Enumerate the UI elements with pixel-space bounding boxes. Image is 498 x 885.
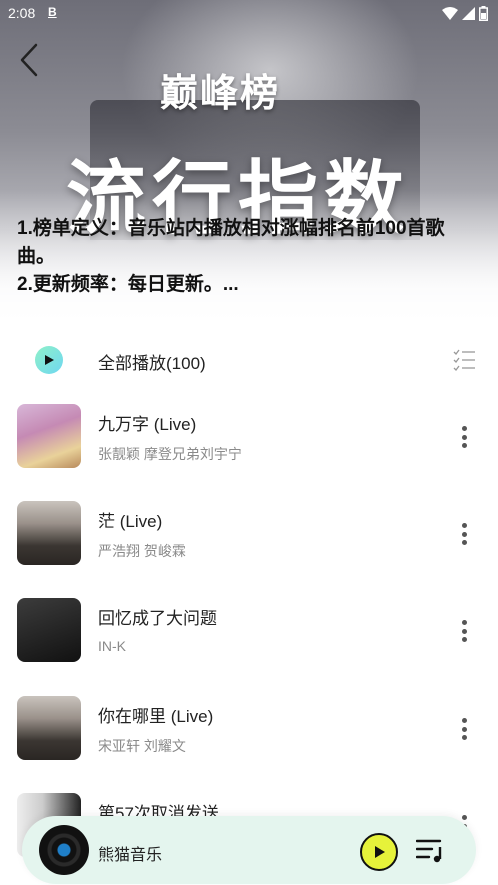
play-all-label: 全部播放(100)	[98, 354, 206, 373]
more-icon	[461, 426, 467, 431]
more-icon	[461, 718, 467, 723]
song-title: 茫 (Live)	[98, 512, 163, 531]
description-line-2: 2.更新频率：每日更新。...	[17, 274, 239, 295]
play-all-button[interactable]	[35, 346, 63, 374]
description-line-1: 1.榜单定义：音乐站内播放相对涨幅排名前100首歌曲。	[17, 218, 445, 267]
play-icon	[375, 846, 385, 858]
song-cover	[17, 404, 81, 468]
more-button[interactable]	[452, 618, 476, 644]
status-time: 2:08	[8, 5, 36, 21]
song-item[interactable]: 九万字 (Live) 张靓颖 摩登兄弟刘宇宁	[0, 404, 498, 492]
wifi-icon	[442, 6, 458, 20]
song-artist: IN-K	[98, 638, 126, 654]
more-button[interactable]	[452, 521, 476, 547]
song-artist: 张靓颖 摩登兄弟刘宇宁	[98, 446, 242, 462]
status-b-icon: B	[48, 5, 57, 19]
song-item[interactable]: 茫 (Live) 严浩翔 贺峻霖	[0, 501, 498, 589]
song-title: 你在哪里 (Live)	[98, 707, 214, 726]
signal-icon	[462, 6, 475, 20]
playlist-icon	[415, 839, 442, 863]
song-artist: 宋亚轩 刘耀文	[98, 738, 186, 754]
back-button[interactable]	[14, 40, 48, 80]
battery-icon	[479, 6, 488, 21]
play-icon	[45, 355, 54, 365]
playlist-button[interactable]	[415, 838, 446, 864]
album-disc	[39, 825, 89, 875]
multiselect-button[interactable]	[452, 348, 476, 372]
song-title: 回忆成了大问题	[98, 609, 217, 628]
status-icons	[442, 6, 488, 21]
more-icon	[461, 815, 467, 820]
song-artist: 严浩翔 贺峻霖	[98, 543, 186, 559]
player-track-name: 熊猫音乐	[98, 847, 163, 864]
play-all-row[interactable]: 全部播放(100)	[0, 335, 498, 383]
more-icon	[461, 620, 467, 625]
more-icon	[461, 523, 467, 528]
chart-description[interactable]: 1.榜单定义：音乐站内播放相对涨幅排名前100首歌曲。 2.更新频率：每日更新。…	[17, 215, 482, 299]
song-cover	[17, 696, 81, 760]
more-button[interactable]	[452, 716, 476, 742]
song-cover	[17, 598, 81, 662]
song-item[interactable]: 你在哪里 (Live) 宋亚轩 刘耀文	[0, 696, 498, 784]
mini-player[interactable]: 熊猫音乐	[22, 816, 476, 884]
more-button[interactable]	[452, 424, 476, 450]
song-item[interactable]: 回忆成了大问题 IN-K	[0, 598, 498, 686]
status-bar: 2:08 B	[0, 0, 498, 28]
chart-brand: 巅峰榜	[160, 70, 281, 115]
multiselect-icon	[453, 349, 475, 371]
song-cover	[17, 501, 81, 565]
back-arrow-icon	[20, 43, 38, 77]
player-play-button[interactable]	[360, 833, 398, 871]
song-title: 九万字 (Live)	[98, 415, 197, 434]
